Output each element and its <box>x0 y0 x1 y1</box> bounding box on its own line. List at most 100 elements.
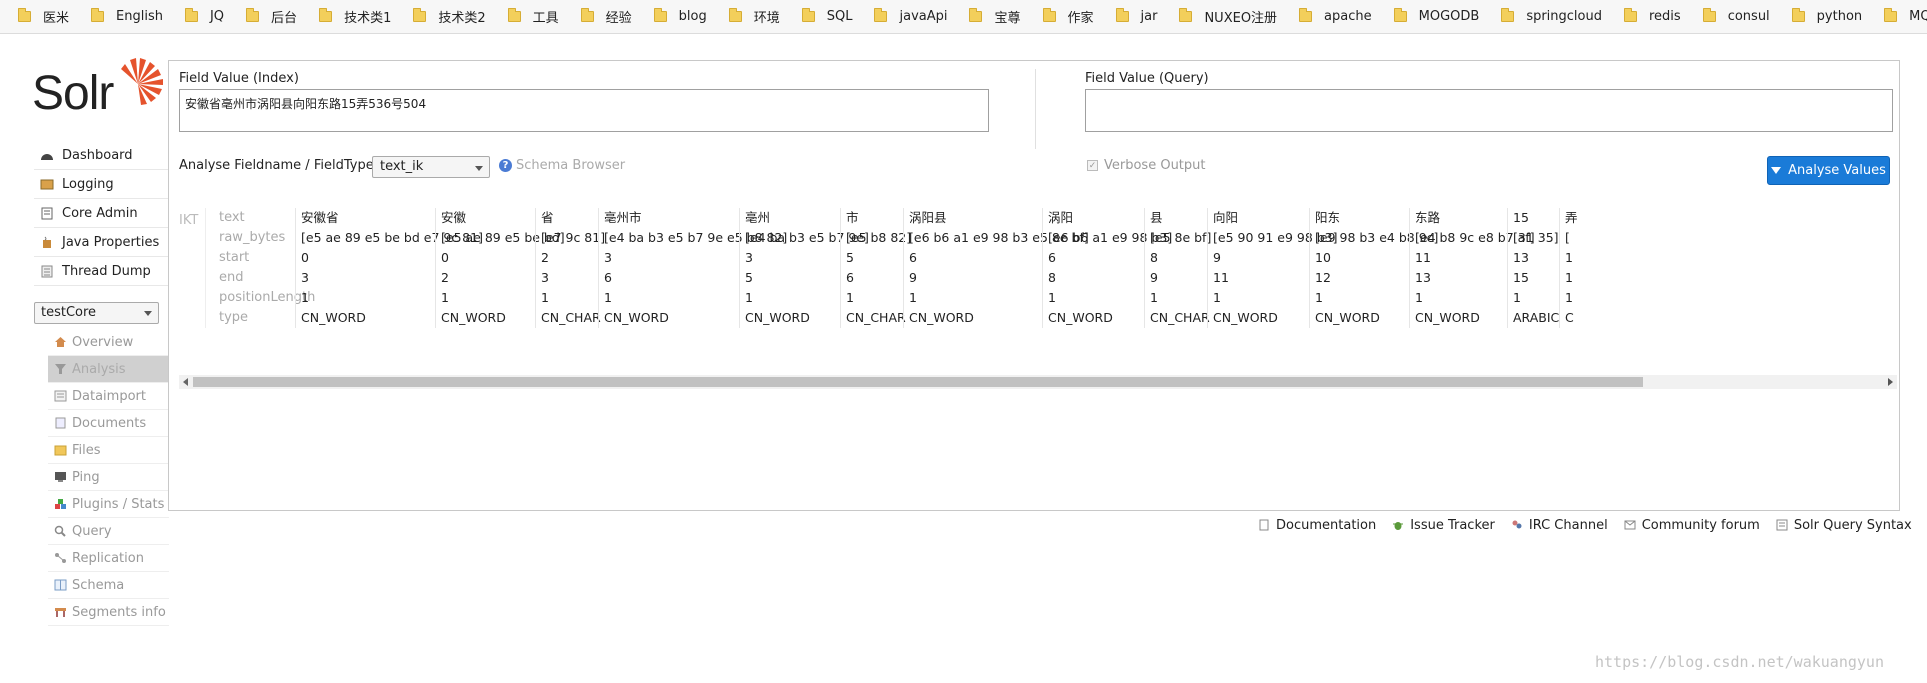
core-menu-ping[interactable]: Ping <box>48 464 169 491</box>
bookmark-folder[interactable]: 后台 <box>246 7 297 26</box>
index-field-input[interactable]: 安徽省亳州市涡阳县向阳东路15弄536号504 <box>179 89 989 132</box>
token-end: 9 <box>1150 270 1158 285</box>
core-menu: Overview Analysis Dataimport Documents F… <box>48 329 169 626</box>
core-selector[interactable]: testCore <box>34 302 159 324</box>
bookmarks-bar: 医米 English JQ 后台 技术类1 技术类2 工具 经验 blog 环境 SQL javaAp… <box>0 0 1927 34</box>
verbose-checkbox[interactable]: ✓ <box>1087 160 1098 171</box>
footer-link-label: Solr Query Syntax <box>1793 517 1912 533</box>
bookmark-folder[interactable]: English <box>91 8 163 24</box>
bookmark-folder[interactable]: MOGODB <box>1393 8 1479 24</box>
core-menu-dataimport[interactable]: Dataimport <box>48 383 169 410</box>
query-field-input[interactable] <box>1085 89 1893 132</box>
core-menu-replication[interactable]: Replication <box>48 545 169 572</box>
bookmark-folder[interactable]: redis <box>1624 8 1681 24</box>
verbose-output-toggle[interactable]: ✓ Verbose Output <box>1087 158 1206 173</box>
syntax-icon <box>1776 519 1788 531</box>
core-menu-segments-info[interactable]: Segments info <box>48 599 169 626</box>
folder-icon <box>507 8 521 22</box>
nav-item-thread-dump[interactable]: Thread Dump <box>34 257 168 286</box>
replication-icon <box>54 552 67 564</box>
bookmark-label: jar <box>1140 9 1158 24</box>
token-type: ARABIC <box>1513 310 1560 325</box>
core-selector-value: testCore <box>41 305 97 320</box>
footer-links: Documentation Issue Tracker IRC Channel … <box>1258 515 1927 535</box>
nav-item-label: Java Properties <box>62 234 160 250</box>
solr-sun-icon <box>121 58 163 105</box>
java-icon <box>40 236 54 249</box>
bookmark-folder[interactable]: 经验 <box>580 7 632 26</box>
token-start: 13 <box>1513 250 1529 265</box>
folder-icon <box>1179 8 1193 22</box>
analyse-values-button[interactable]: Analyse Values <box>1767 156 1890 185</box>
nav-item-core-admin[interactable]: Core Admin <box>34 199 168 228</box>
bookmark-folder[interactable]: MQ <box>1884 8 1927 24</box>
folder-icon <box>801 8 815 22</box>
core-menu-analysis[interactable]: Analysis <box>48 356 169 383</box>
token-text: 市 <box>846 210 859 225</box>
bookmark-folder[interactable]: javaApi <box>874 8 948 24</box>
token-column: 市[e5 b8 82]561CN_CHAR16 <box>840 208 911 328</box>
core-menu-label: Query <box>72 523 112 539</box>
core-menu-documents[interactable]: Documents <box>48 410 169 437</box>
core-menu-files[interactable]: Files <box>48 437 169 464</box>
footer-solr-query-syntax[interactable]: Solr Query Syntax <box>1776 518 1912 533</box>
bookmark-folder[interactable]: 技术类2 <box>413 7 486 26</box>
token-text: 县 <box>1150 210 1163 225</box>
bookmark-folder[interactable]: apache <box>1299 8 1372 24</box>
bookmark-folder[interactable]: 作家 <box>1042 7 1094 26</box>
footer-link-label: Documentation <box>1276 517 1377 533</box>
core-menu-query[interactable]: Query <box>48 518 169 545</box>
nav-item-logging[interactable]: Logging <box>34 170 168 199</box>
home-icon <box>54 336 67 348</box>
footer-documentation[interactable]: Documentation <box>1258 518 1376 533</box>
token-start: 1 <box>1565 250 1573 265</box>
bookmark-folder[interactable]: SQL <box>801 8 852 24</box>
nav-item-label: Dashboard <box>62 147 133 163</box>
bookmark-label: javaApi <box>899 9 948 24</box>
core-menu-plugins-stats[interactable]: Plugins / Stats <box>48 491 169 518</box>
bookmark-folder[interactable]: 工具 <box>507 7 559 26</box>
core-menu-label: Analysis <box>72 361 126 377</box>
bookmark-folder[interactable]: blog <box>653 8 707 24</box>
token-type: CN_CHAR <box>846 310 906 325</box>
token-type: CN_CHAR <box>1150 310 1210 325</box>
bookmark-folder[interactable]: 技术类1 <box>319 7 391 26</box>
core-menu-schema[interactable]: Schema <box>48 572 169 599</box>
main-nav: Dashboard Logging Core Admin Java Proper… <box>34 141 168 286</box>
core-menu-overview[interactable]: Overview <box>48 329 169 356</box>
bookmark-folder[interactable]: python <box>1791 8 1862 24</box>
bookmark-folder[interactable]: NUXEO注册 <box>1179 7 1277 26</box>
bookmark-folder[interactable]: springcloud <box>1501 8 1602 24</box>
dataimport-icon <box>54 390 67 402</box>
token-text: 弄 <box>1565 210 1578 225</box>
bookmark-folder[interactable]: 环境 <box>728 7 780 26</box>
bookmark-label: 技术类1 <box>344 11 392 26</box>
analysis-results-table: IKT text raw_bytes start end positionLength t… <box>169 208 1899 328</box>
bookmark-folder[interactable]: 宝尊 <box>969 7 1021 26</box>
footer-irc-channel[interactable]: IRC Channel <box>1511 518 1608 533</box>
bookmark-label: 作家 <box>1067 11 1094 26</box>
scroll-left-icon[interactable] <box>183 378 188 386</box>
bookmark-label: JQ <box>209 9 225 24</box>
nav-item-java-properties[interactable]: Java Properties <box>34 228 168 257</box>
footer-community-forum[interactable]: Community forum <box>1624 518 1760 533</box>
documentation-icon <box>1258 519 1270 531</box>
plugins-icon <box>54 498 67 510</box>
nav-item-dashboard[interactable]: Dashboard <box>34 141 168 170</box>
token-type: C <box>1565 310 1574 325</box>
solr-logo[interactable]: Solr <box>32 56 163 126</box>
fieldtype-select[interactable]: text_ik <box>372 156 490 178</box>
bookmark-folder[interactable]: 医米 <box>18 7 69 26</box>
token-end: 15 <box>1513 270 1529 285</box>
verbose-output-label: Verbose Output <box>1104 158 1206 173</box>
bookmark-folder[interactable]: jar <box>1115 8 1158 24</box>
scrollbar-thumb[interactable] <box>193 377 1643 387</box>
scroll-right-icon[interactable] <box>1888 378 1893 386</box>
schema-browser-label: Schema Browser <box>516 158 626 173</box>
bookmark-folder[interactable]: JQ <box>184 8 225 24</box>
token-positionlength: 1 <box>1150 290 1158 305</box>
horizontal-scrollbar[interactable] <box>179 375 1897 389</box>
footer-issue-tracker[interactable]: Issue Tracker <box>1392 518 1495 533</box>
bookmark-folder[interactable]: consul <box>1702 8 1770 24</box>
schema-browser-link[interactable]: ? Schema Browser <box>499 158 625 173</box>
